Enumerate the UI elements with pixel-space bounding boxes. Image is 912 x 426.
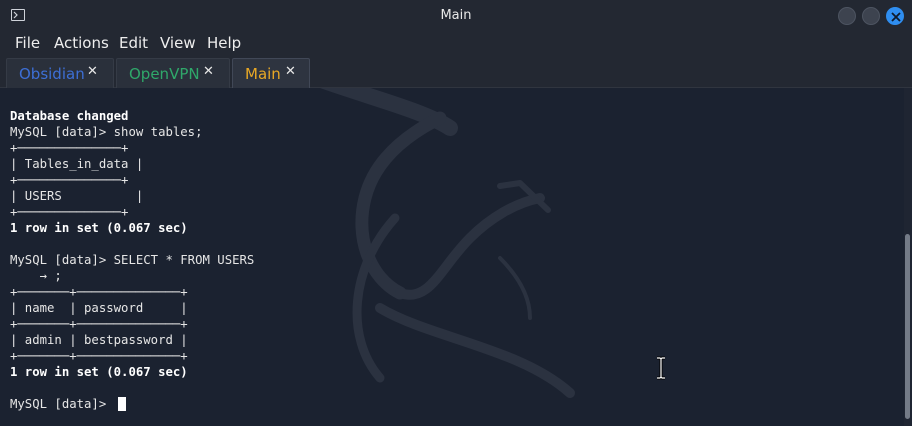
terminal-line: 1 row in set (0.067 sec)	[10, 221, 188, 235]
scrollbar[interactable]	[904, 88, 912, 426]
tab-openvpn[interactable]: OpenVPN ✕	[116, 58, 230, 88]
tab-label: OpenVPN	[129, 65, 200, 83]
terminal-line: 1 row in set (0.067 sec)	[10, 365, 188, 379]
prompt-text: MySQL [data]>	[10, 397, 114, 411]
terminal-output[interactable]: Database changed MySQL [data]> show tabl…	[0, 88, 904, 426]
scrollbar-thumb[interactable]	[905, 234, 910, 419]
close-icon[interactable]: ✕	[285, 64, 296, 79]
menu-bar: File Actions Edit View Help	[0, 31, 912, 55]
terminal-line: +───────+──────────────+	[10, 349, 188, 363]
tab-obsidian[interactable]: Obsidian ✕	[6, 58, 114, 88]
minimize-button[interactable]	[838, 7, 856, 25]
menu-view[interactable]: View	[160, 34, 196, 52]
close-icon[interactable]: ✕	[87, 64, 98, 79]
terminal-line: MySQL [data]> SELECT * FROM USERS	[10, 253, 255, 267]
close-icon[interactable]: ✕	[203, 64, 214, 79]
terminal-line: | Tables_in_data |	[10, 157, 144, 171]
window-title: Main	[440, 8, 472, 23]
menu-actions[interactable]: Actions	[54, 34, 109, 52]
ibeam-cursor-icon	[657, 356, 665, 380]
terminal-line: +───────+──────────────+	[10, 285, 188, 299]
terminal-line: → ;	[10, 269, 62, 283]
terminal-line: +──────────────+	[10, 205, 129, 219]
menu-file[interactable]: File	[15, 34, 40, 52]
tab-main[interactable]: Main ✕	[232, 58, 310, 88]
terminal-line: +───────+──────────────+	[10, 317, 188, 331]
maximize-button[interactable]	[862, 7, 880, 25]
terminal-line: +──────────────+	[10, 173, 129, 187]
menu-edit[interactable]: Edit	[119, 34, 148, 52]
terminal-line: Database changed	[10, 109, 129, 123]
terminal-prompt-line[interactable]: MySQL [data]>	[10, 396, 254, 412]
tab-label: Main	[245, 65, 281, 83]
terminal-line: | USERS |	[10, 189, 144, 203]
close-window-button[interactable]	[886, 7, 904, 25]
title-bar: Main	[0, 0, 912, 31]
terminal-line: | name | password |	[10, 301, 188, 315]
terminal-line: +──────────────+	[10, 141, 129, 155]
text-cursor	[117, 397, 126, 411]
tab-label: Obsidian	[19, 65, 85, 83]
terminal-lines: Database changed MySQL [data]> show tabl…	[10, 108, 254, 412]
tab-bar: Obsidian ✕ OpenVPN ✕ Main ✕	[0, 55, 912, 88]
terminal-line: | admin | bestpassword |	[10, 333, 188, 347]
menu-help[interactable]: Help	[207, 34, 241, 52]
terminal-line: MySQL [data]> show tables;	[10, 125, 203, 139]
